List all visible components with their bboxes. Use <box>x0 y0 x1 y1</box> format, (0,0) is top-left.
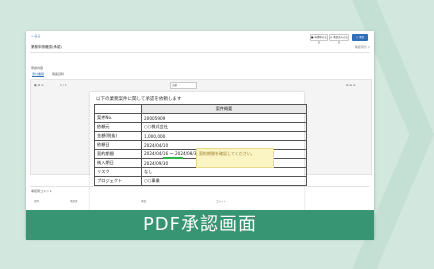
pdf-table-row: 依頼元 ○○株式会社 <box>94 122 307 132</box>
pdf-heading: 以下の業務案件に関して承認を依頼します <box>96 97 182 102</box>
pdf-table: 案件概要 案件No. 20005909 依頼元 ○○株式会社 金額(税抜) 1,… <box>94 104 307 186</box>
pending-button[interactable]: ■ 申請中のもの <box>310 34 328 44</box>
tab-attachments[interactable]: 添付書類 <box>32 72 45 77</box>
sticky-note[interactable]: 契約期間を確認してください。 <box>196 148 274 168</box>
caption-text: PDF承認画面 <box>142 214 258 235</box>
pdf-row-label: 依頼日 <box>94 140 142 150</box>
zoom-select[interactable]: 自動 <box>170 82 197 89</box>
page-title: 業務申請確認(承認) <box>31 45 62 49</box>
column-header-approval: 承認 <box>141 200 147 203</box>
approved-button[interactable]: ◎ 承認済みのもの <box>329 34 349 44</box>
viewer-tools-left[interactable]: ▣ ⊕ ⊖ <box>34 83 44 87</box>
highlight-underline <box>163 157 183 159</box>
pdf-table-corner <box>94 104 142 114</box>
column-header-date: 日時 <box>34 200 40 203</box>
comments-title: 承認者コメント <box>31 189 53 193</box>
pdf-row-value: 20005909 <box>141 113 307 123</box>
pdf-table-row: プロジェクト ○○事業 <box>94 176 307 186</box>
pdf-table-row: 案件No. 20005909 <box>94 113 307 123</box>
viewer-tools-right[interactable]: ⊕ ⊟ ≡ <box>346 83 355 87</box>
back-link[interactable]: < 戻る <box>31 34 40 38</box>
pdf-table-row: 金額(税抜) 1,000,000 <box>94 131 307 141</box>
column-header-comment: コメント <box>216 200 227 203</box>
pdf-row-label: 案件No. <box>94 113 142 123</box>
pdf-table-header-row: 案件概要 <box>94 104 307 114</box>
status-badge[interactable]: 承認待ち ▽ <box>355 45 370 49</box>
column-header-approver: 承認者 <box>70 200 78 203</box>
pdf-row-value: ○○事業 <box>141 176 307 186</box>
pdf-row-label: 契約期間 <box>94 149 142 159</box>
pdf-row-label: プロジェクト <box>94 176 142 186</box>
caption-banner: PDF承認画面 <box>26 210 374 240</box>
pdf-table-header: 案件概要 <box>141 104 307 114</box>
pdf-row-label: 依頼元 <box>94 122 142 132</box>
pdf-row-label: リスク <box>94 167 142 177</box>
pdf-row-value: なし <box>141 167 307 177</box>
section-label: 申請内容 <box>31 66 44 70</box>
comment-panel <box>30 186 370 206</box>
divider <box>30 52 370 53</box>
approve-button[interactable]: ○ 承認 <box>352 34 368 41</box>
page-indicator: 1 / 1 <box>60 83 67 87</box>
pdf-row-value: ○○株式会社 <box>141 122 307 132</box>
pdf-row-label: 納入期日 <box>94 158 142 168</box>
pdf-table-row: リスク なし <box>94 167 307 177</box>
pdf-row-label: 金額(税抜) <box>94 131 142 141</box>
pdf-row-value: 1,000,000 <box>141 131 307 141</box>
tab-related[interactable]: 関連資料 <box>52 72 64 76</box>
